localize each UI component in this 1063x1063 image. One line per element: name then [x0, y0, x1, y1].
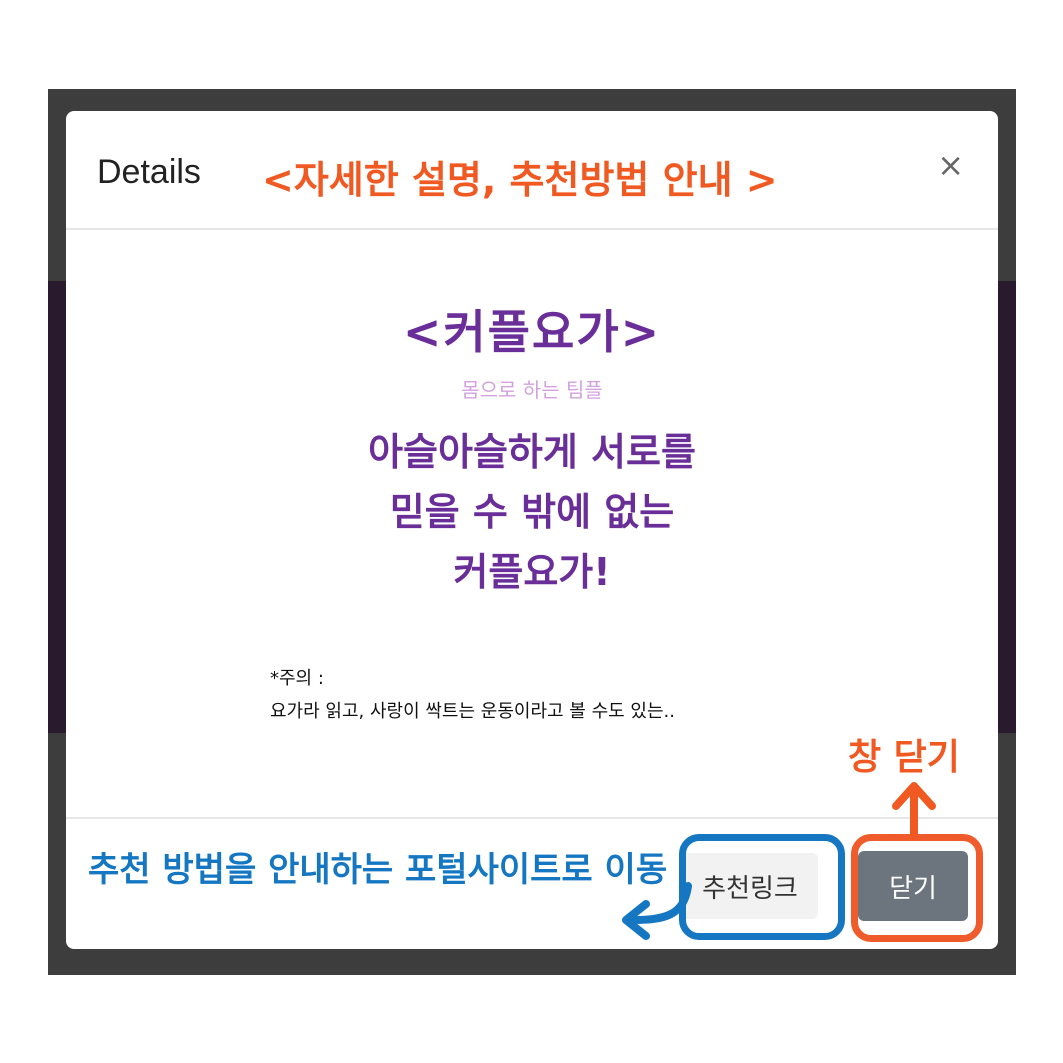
notice-label: *주의 :	[270, 668, 324, 689]
annotation-ring-link	[679, 834, 845, 940]
modal-header: Details <자세한 설명, 추천방법 안내 > ×	[66, 111, 998, 230]
content-main-text: 아슬아슬하게 서로를 믿을 수 밖에 없는 커플요가!	[66, 422, 998, 602]
notice-text: 요가라 읽고, 사랑이 싹트는 운동이라고 볼 수도 있는..	[270, 701, 675, 722]
modal-title: Details	[97, 153, 201, 191]
annotation-ring-close	[851, 834, 983, 942]
content-title: <커플요가>	[402, 305, 662, 359]
annotation-header: <자세한 설명, 추천방법 안내 >	[262, 158, 778, 202]
content-subtitle: 몸으로 하는 팀플	[461, 378, 603, 402]
content-line-2: 믿을 수 밖에 없는	[389, 490, 675, 534]
content-line-3: 커플요가!	[453, 550, 611, 594]
notice: *주의 : 요가라 읽고, 사랑이 싹트는 운동이라고 볼 수도 있는..	[270, 662, 675, 728]
content-line-1: 아슬아슬하게 서로를	[368, 430, 696, 474]
annotation-close: 창 닫기	[848, 737, 960, 778]
close-icon[interactable]: ×	[937, 149, 964, 181]
annotation-link: 추천 방법을 안내하는 포털사이트로 이동	[88, 850, 668, 890]
details-modal: Details <자세한 설명, 추천방법 안내 > × <커플요가> 몸으로 …	[66, 111, 998, 949]
